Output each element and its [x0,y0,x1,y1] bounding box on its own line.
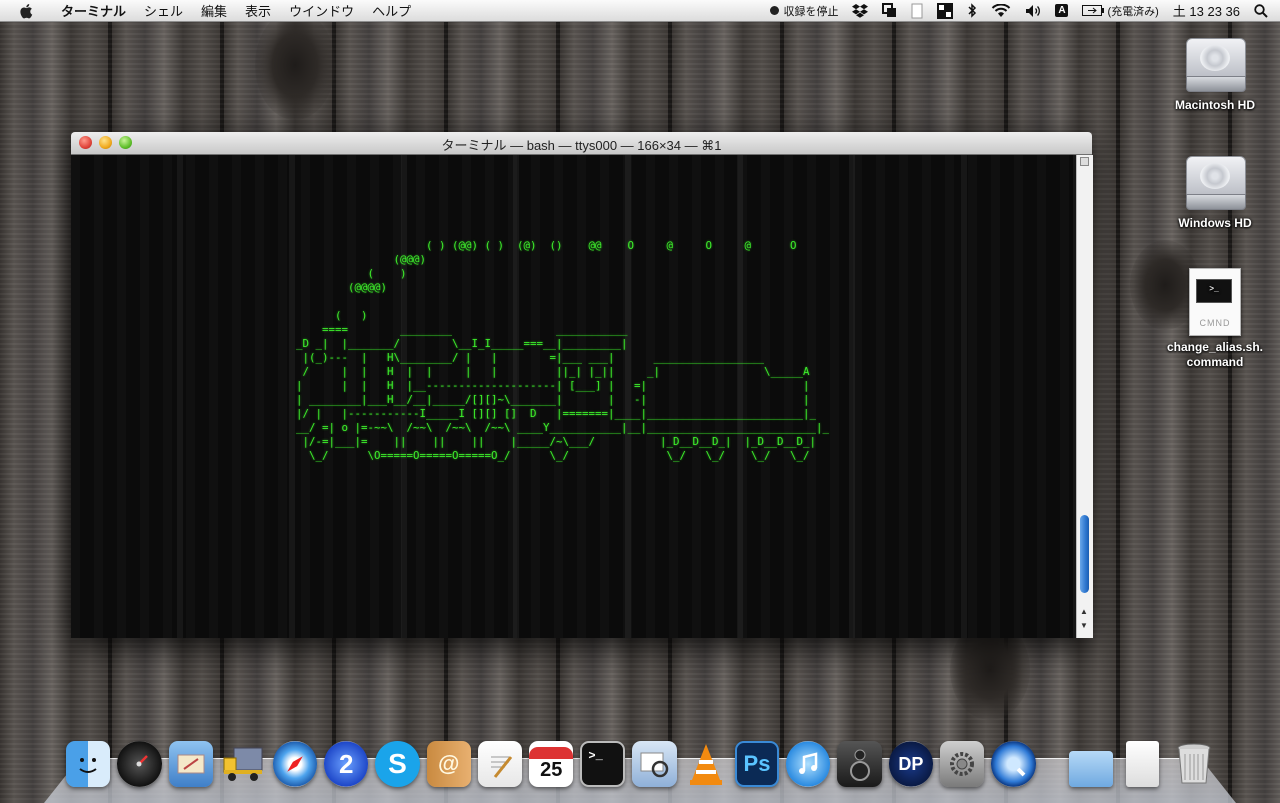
battery-icon [1082,5,1105,16]
calendar-icon[interactable]: 25 [529,741,574,787]
photoshop-badge: Ps [743,751,771,776]
itunes-icon[interactable] [786,741,831,787]
apple-menu-icon[interactable] [18,2,36,20]
address-book-icon[interactable]: @ [426,741,471,787]
menu-clock[interactable]: 土 13 23 36 [1173,1,1240,20]
document-stack-icon[interactable] [1126,741,1159,787]
scroll-down-arrow[interactable]: ▼ [1080,621,1088,630]
split-pane-button[interactable] [1080,157,1089,166]
stop-record-icon [770,6,780,15]
dashboard-icon[interactable] [117,741,162,787]
menu-help[interactable]: ヘルプ [363,1,420,20]
bluetooth-icon[interactable] [967,3,977,18]
desktop-icon-change-alias[interactable]: >_ CMND change_alias.sh. command [1160,268,1270,370]
window-title: ターミナル — bash — ttys000 — 166×34 — ⌘1 [441,138,722,153]
speaker-icon[interactable] [837,741,882,787]
photoshop-icon[interactable]: Ps [734,741,780,787]
quicktime-icon[interactable] [991,741,1036,787]
folder-icon[interactable] [1068,751,1114,787]
window-titlebar[interactable]: ターミナル — bash — ttys000 — 166×34 — ⌘1 [71,132,1092,155]
dp-icon[interactable]: DP [888,741,934,787]
desktop-icon-windows-hd[interactable]: Windows HD [1160,150,1270,231]
input-method-badge: A [1055,4,1069,17]
scroll-up-arrow[interactable]: ▲ [1080,607,1088,616]
menu-view[interactable]: 表示 [236,1,280,20]
trash-icon[interactable] [1172,741,1216,787]
doc-type-label: CMND [1199,318,1231,328]
menu-edit[interactable]: 編集 [192,1,236,20]
desktop-icon-macintosh-hd[interactable]: Macintosh HD [1160,32,1270,113]
calendar-date: 25 [540,758,563,781]
system-preferences-icon[interactable] [940,741,985,787]
menu-shell[interactable]: シェル [135,1,192,20]
vertical-scrollbar[interactable]: ▲ ▼ [1076,155,1093,638]
recording-label: 収録を停止 [783,5,839,18]
blank-status-icon[interactable] [911,3,923,19]
volume-icon[interactable] [1025,4,1041,18]
scrollbar-thumb[interactable] [1080,515,1089,593]
textedit-icon[interactable] [477,741,523,787]
spotlight-icon[interactable] [1254,3,1268,18]
menu-bar: ターミナル シェル 編集 表示 ウインドウ ヘルプ 収録を停止 A (充電済み)… [0,0,1280,22]
status-menus: 収録を停止 A (充電済み) 土 13 23 36 [763,0,1280,21]
desktop-icon-label: Windows HD [1178,216,1252,230]
dock: 2 S @ 25 >_ Ps DP [66,735,1216,787]
copy-app-icon[interactable] [882,3,897,18]
recording-status[interactable]: 収録を停止 [770,3,838,19]
input-method-icon[interactable]: A [1055,4,1069,17]
hard-drive-icon [1184,150,1246,212]
menu-app-name[interactable]: ターミナル [52,1,135,20]
terminal-output: ( ) (@@) ( ) (@) () @@ O @ O @ O (@@@) (… [296,239,830,462]
battery-label: (充電済み) [1107,5,1159,18]
spaces-badge: 2 [338,748,354,779]
desktop-icon-label: change_alias.sh. command [1166,340,1264,369]
battery-status[interactable]: (充電済み) [1082,3,1159,19]
terminal-window: ターミナル — bash — ttys000 — 166×34 — ⌘1 ( )… [71,132,1093,638]
terminal-document-icon: >_ CMND [1189,268,1241,336]
spaces-status-icon[interactable] [937,2,954,19]
preview-icon[interactable] [632,741,677,787]
truck-icon[interactable] [220,741,266,787]
terminal-icon[interactable]: >_ [580,741,626,787]
vlc-icon[interactable] [684,741,728,787]
wood-knot [255,10,335,120]
spaces-icon[interactable]: 2 [324,741,369,787]
dp-badge: DP [898,753,924,774]
dropbox-icon[interactable] [852,3,869,18]
desktop-icon-label: Macintosh HD [1174,98,1255,112]
skype-icon[interactable]: S [375,741,420,787]
safari-icon[interactable] [272,741,318,787]
finder-icon[interactable] [66,741,111,787]
menu-window[interactable]: ウインドウ [280,1,363,20]
wifi-icon[interactable] [991,3,1011,18]
hard-drive-icon [1184,32,1246,94]
mail-icon[interactable] [168,741,213,787]
terminal-content[interactable]: ( ) (@@) ( ) (@) () @@ O @ O @ O (@@@) (… [71,155,1076,638]
